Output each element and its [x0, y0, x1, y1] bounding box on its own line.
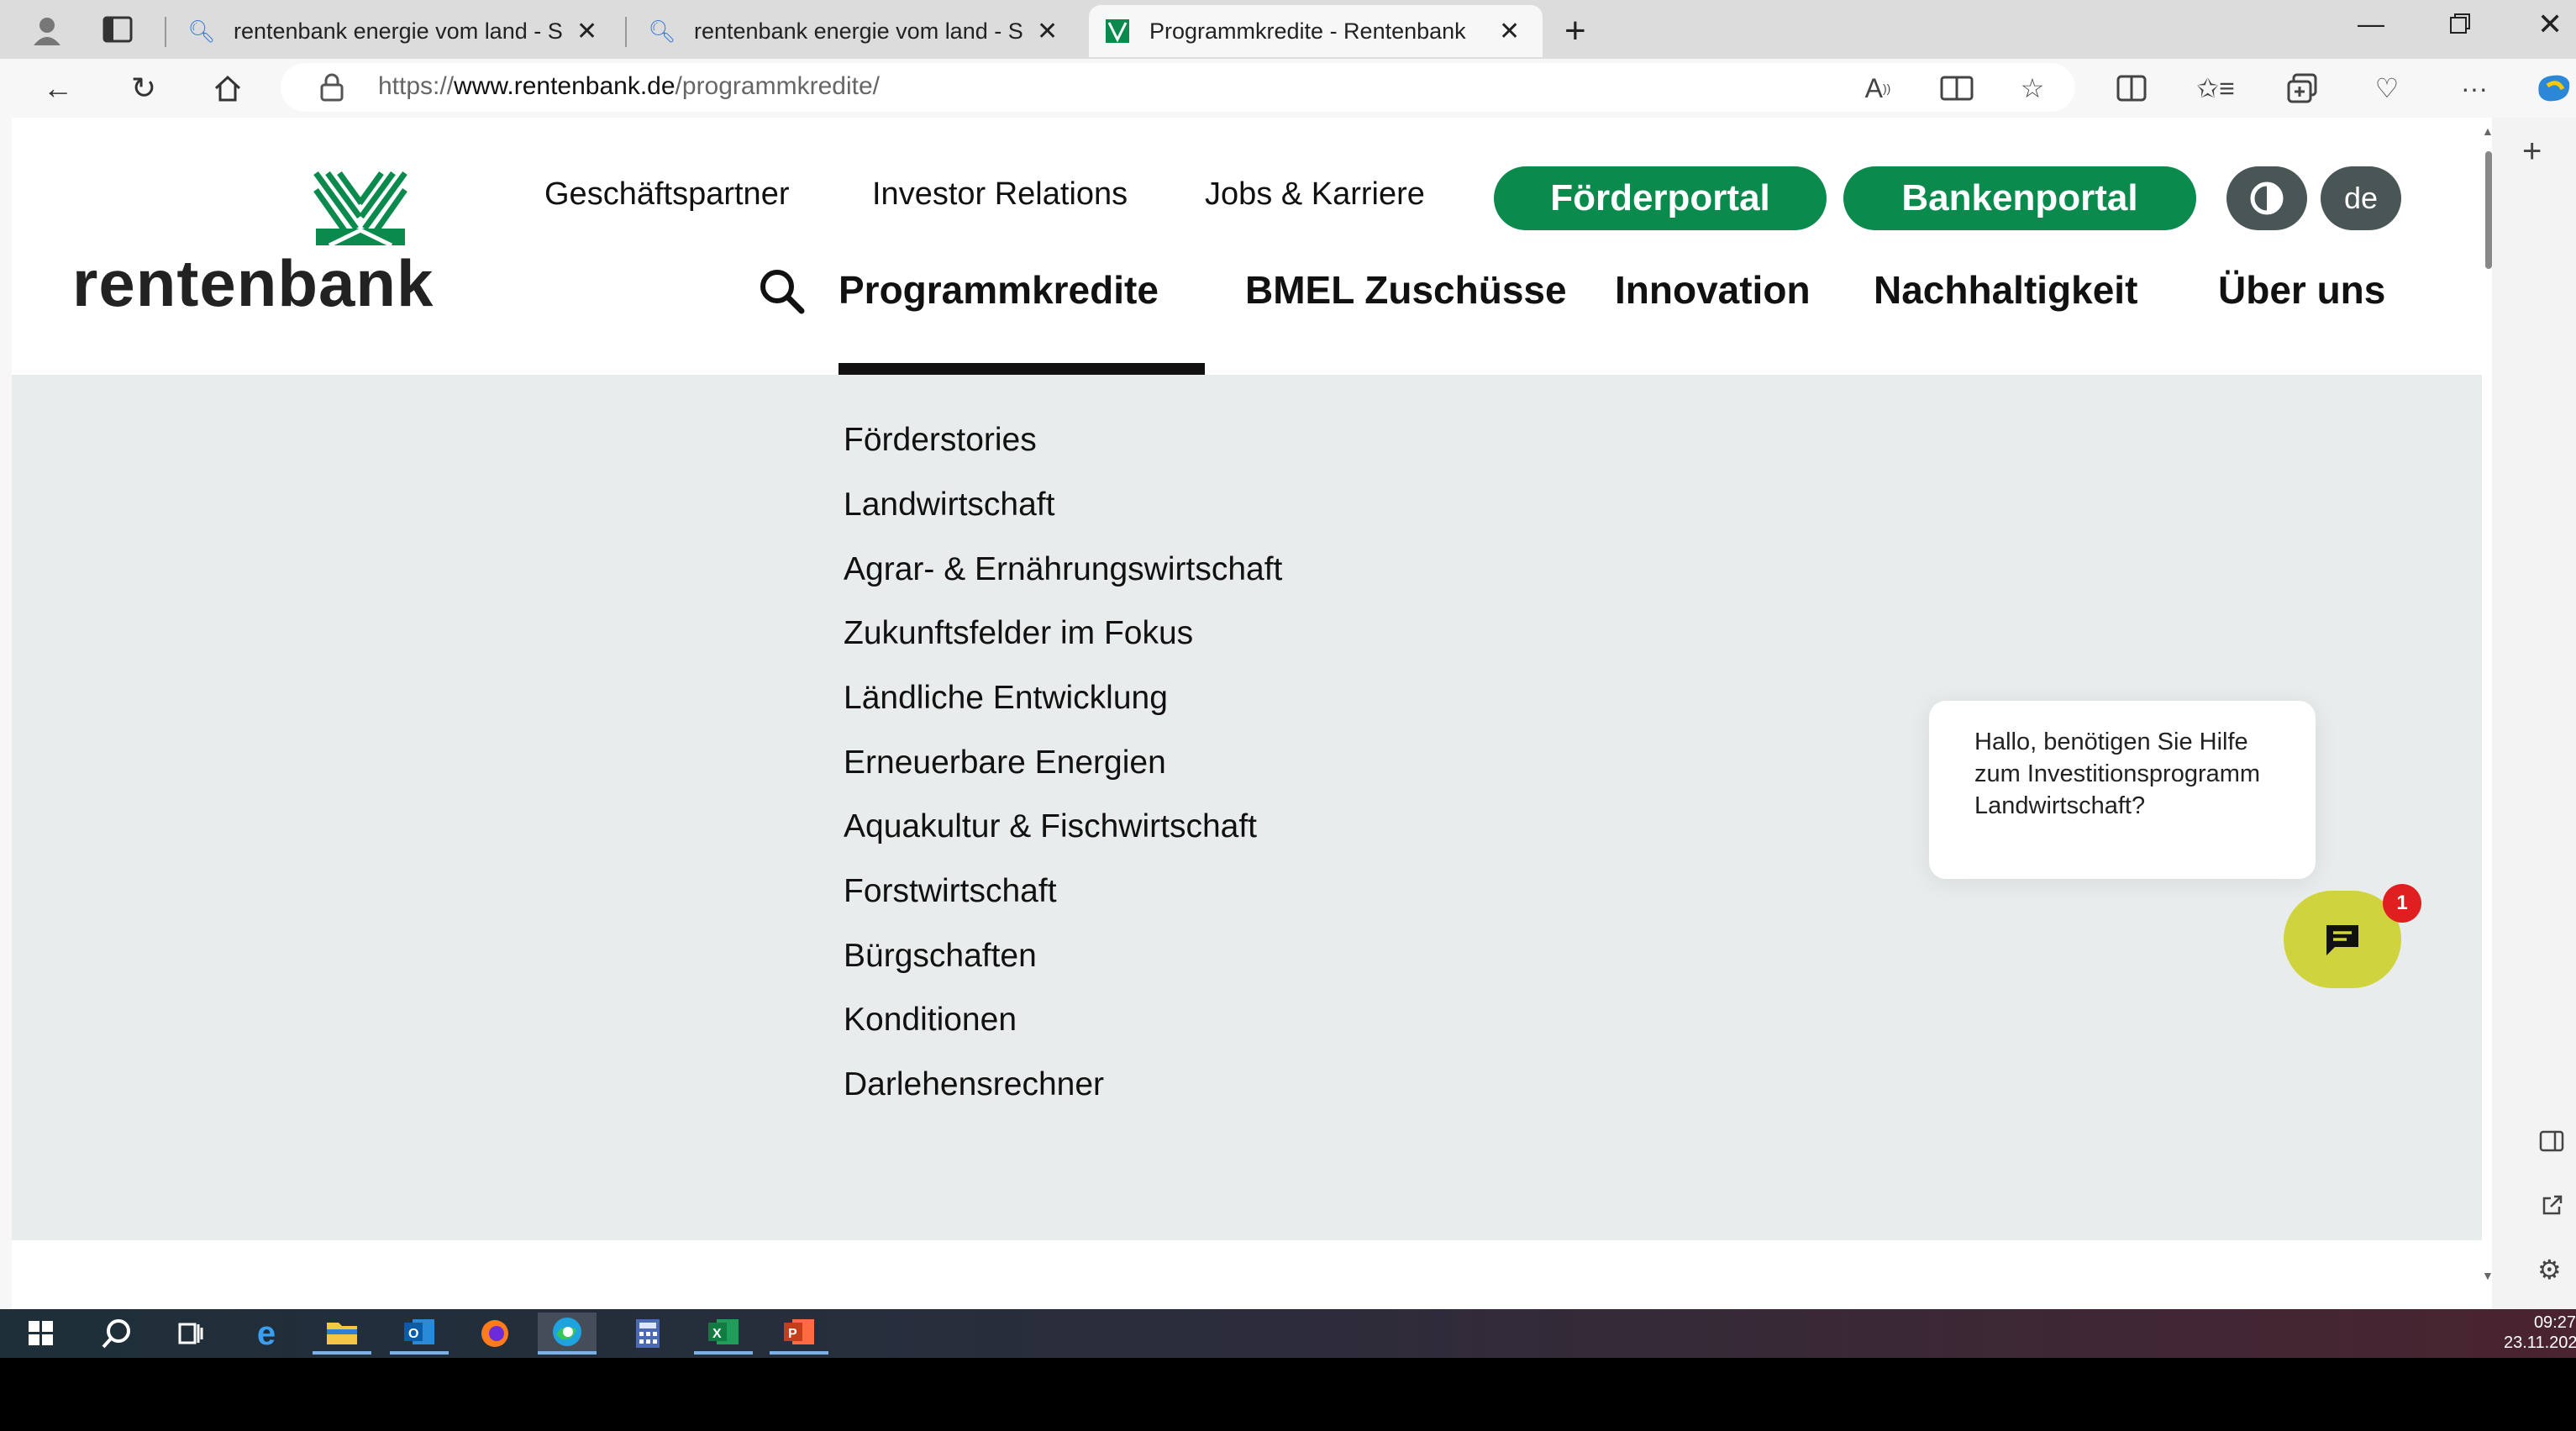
performance-icon[interactable]: ♡: [2368, 69, 2406, 108]
file-explorer-icon[interactable]: [313, 1313, 371, 1355]
svg-text:O: O: [408, 1327, 418, 1341]
submenu-darlehensrechner[interactable]: Darlehensrechner: [844, 1066, 1104, 1103]
svg-text:X: X: [712, 1327, 722, 1341]
submenu-landwirtschaft[interactable]: Landwirtschaft: [844, 487, 1054, 523]
submenu-agrar-ernaehrungswirtschaft[interactable]: Agrar- & Ernährungswirtschaft: [844, 551, 1282, 588]
top-link-jobs-karriere[interactable]: Jobs & Karriere: [1205, 176, 1425, 213]
site-header: rentenbank Geschäftspartner Investor Rel…: [12, 118, 2482, 375]
url-text[interactable]: https://www.rentenbank.de/programmkredit…: [378, 72, 880, 101]
favorites-icon[interactable]: ✩≡: [2196, 69, 2235, 108]
sidebar-add-icon[interactable]: +: [2522, 133, 2542, 171]
immersive-reader-icon[interactable]: [1937, 69, 1976, 108]
contrast-toggle-button[interactable]: [2226, 166, 2307, 230]
tab-actions-icon[interactable]: [101, 13, 134, 45]
tab-separator: [165, 17, 166, 47]
windows-taskbar: [0, 1309, 2576, 1358]
search-icon[interactable]: [756, 266, 807, 316]
windows-start-icon[interactable]: [12, 1313, 71, 1355]
sidebar-hide-icon[interactable]: [2539, 1129, 2564, 1153]
nav-ueber-uns[interactable]: Über uns: [2218, 267, 2385, 313]
close-icon[interactable]: ✕: [576, 17, 597, 46]
copilot-icon[interactable]: [2532, 69, 2573, 108]
minimize-icon[interactable]: —: [2358, 8, 2384, 39]
close-icon[interactable]: ✕: [1037, 17, 1058, 46]
firefox-icon[interactable]: [465, 1313, 524, 1355]
scroll-up-arrow-icon[interactable]: ▲: [2482, 124, 2494, 138]
submenu-konditionen[interactable]: Konditionen: [844, 1002, 1017, 1039]
scroll-down-arrow-icon[interactable]: ▼: [2482, 1269, 2494, 1282]
nav-innovation[interactable]: Innovation: [1615, 267, 1811, 313]
chat-notification-badge: 1: [2383, 884, 2421, 923]
taskbar-search-icon[interactable]: [87, 1313, 146, 1355]
language-button[interactable]: de: [2321, 166, 2401, 230]
restore-icon[interactable]: [2448, 12, 2472, 35]
scrollbar-thumb[interactable]: [2485, 151, 2492, 269]
back-icon[interactable]: ←: [39, 69, 77, 108]
top-link-investor-relations[interactable]: Investor Relations: [872, 176, 1128, 213]
edge-icon[interactable]: [538, 1313, 597, 1355]
calculator-icon[interactable]: [618, 1313, 677, 1355]
task-view-icon[interactable]: [161, 1313, 220, 1355]
svg-text:P: P: [788, 1327, 797, 1341]
tab-search-1[interactable]: 🔍︎ rentenbank energie vom land - S ✕: [187, 5, 627, 57]
nav-nachhaltigkeit[interactable]: Nachhaltigkeit: [1874, 267, 2137, 313]
submenu-buergschaften[interactable]: Bürgschaften: [844, 938, 1037, 975]
split-screen-icon[interactable]: [2112, 69, 2151, 108]
window-edge: [0, 118, 12, 1309]
submenu-laendliche-entwicklung[interactable]: Ländliche Entwicklung: [844, 680, 1168, 717]
profile-icon[interactable]: [29, 12, 66, 49]
page-scrollbar[interactable]: [2482, 118, 2492, 1309]
rentenbank-logo-icon[interactable]: [313, 170, 408, 249]
tab-programmkredite[interactable]: Programmkredite - Rentenbank ✕: [1089, 5, 1543, 57]
close-icon[interactable]: ✕: [1499, 17, 1520, 46]
logo-wordmark[interactable]: rentenbank: [72, 245, 434, 322]
home-icon[interactable]: [208, 69, 247, 108]
submenu-forstwirtschaft[interactable]: Forstwirtschaft: [844, 873, 1057, 910]
rentenbank-favicon: [1106, 19, 1129, 43]
collections-icon[interactable]: [2284, 69, 2322, 108]
search-icon: 🔍︎: [648, 18, 676, 44]
nav-bmel-zuschuesse[interactable]: BMEL Zuschüsse: [1245, 267, 1567, 313]
more-options-icon[interactable]: ···: [2455, 69, 2494, 108]
new-tab-button[interactable]: +: [1564, 10, 1586, 52]
active-nav-indicator: [839, 363, 1205, 375]
clock-date: 23.11.202: [2504, 1334, 2576, 1352]
favorite-star-icon[interactable]: ☆: [2013, 69, 2052, 108]
internet-explorer-icon[interactable]: e: [237, 1313, 296, 1355]
contrast-icon: [2250, 182, 2284, 215]
submenu-zukunftsfelder[interactable]: Zukunftsfelder im Fokus: [844, 615, 1193, 652]
top-link-geschaeftspartner[interactable]: Geschäftspartner: [544, 176, 789, 213]
system-clock[interactable]: 09:27 23.11.202: [2504, 1313, 2576, 1353]
refresh-icon[interactable]: ↻: [124, 69, 163, 108]
screen-bottom-bar: [0, 1358, 2576, 1431]
settings-gear-icon[interactable]: ⚙: [2537, 1254, 2562, 1286]
submenu-foerderstories[interactable]: Förderstories: [844, 422, 1037, 459]
read-aloud-icon[interactable]: A)): [1858, 69, 1897, 108]
tab-search-2[interactable]: 🔍︎ rentenbank energie vom land - S ✕: [648, 5, 1087, 57]
close-window-icon[interactable]: ✕: [2537, 7, 2563, 42]
foerderportal-button[interactable]: Förderportal: [1494, 166, 1827, 230]
submenu-aquakultur-fischwirtschaft[interactable]: Aquakultur & Fischwirtschaft: [844, 808, 1257, 845]
excel-icon[interactable]: X: [694, 1313, 753, 1355]
external-link-icon[interactable]: [2541, 1193, 2564, 1217]
chat-message-text: Hallo, benötigen Sie Hilfe zum Investiti…: [1974, 729, 2261, 819]
tab-separator: [625, 17, 627, 47]
submenu-erneuerbare-energien[interactable]: Erneuerbare Energien: [844, 744, 1166, 781]
bankenportal-button[interactable]: Bankenportal: [1843, 166, 2196, 230]
outlook-icon[interactable]: O: [390, 1313, 449, 1355]
search-icon: 🔍︎: [187, 18, 216, 44]
nav-programmkredite[interactable]: Programmkredite: [839, 267, 1159, 313]
clock-time: 09:27: [2533, 1313, 2576, 1332]
chat-icon: [2326, 925, 2358, 955]
lock-icon[interactable]: [318, 72, 346, 103]
powerpoint-icon[interactable]: P: [770, 1313, 828, 1355]
